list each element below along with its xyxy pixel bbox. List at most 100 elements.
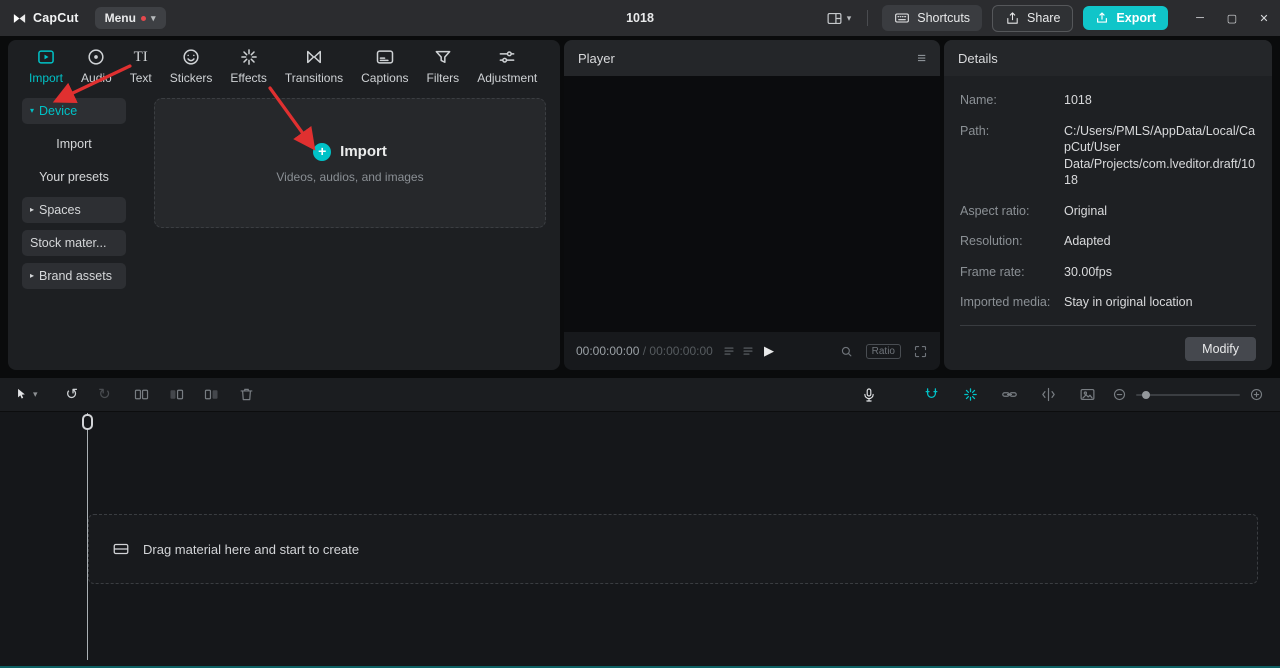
maximize-button[interactable]: ▢ — [1216, 0, 1248, 36]
delete-icon[interactable] — [238, 386, 255, 403]
tab-text[interactable]: TI Text — [121, 47, 161, 85]
sidebar-item-spaces[interactable]: ▸ Spaces — [22, 197, 126, 223]
filters-icon — [433, 47, 453, 67]
tab-label: Captions — [361, 71, 408, 85]
share-button[interactable]: Share — [992, 5, 1073, 32]
preview-axis-icon[interactable] — [1040, 386, 1057, 403]
sidebar-item-brand-assets[interactable]: ▸ Brand assets — [22, 263, 126, 289]
media-library-panel: Import Audio TI Text Stickers — [8, 40, 560, 370]
split-icon[interactable] — [133, 386, 150, 403]
tab-audio[interactable]: Audio — [72, 47, 121, 85]
slider-knob[interactable] — [1142, 391, 1150, 399]
field-value: C:/Users/PMLS/AppData/Local/CapCut/User … — [1064, 123, 1256, 189]
tab-filters[interactable]: Filters — [418, 47, 469, 85]
frame-option-icons — [723, 345, 754, 357]
redo-button[interactable]: ↻ — [98, 387, 111, 402]
caret-right-icon: ▸ — [30, 206, 34, 214]
field-value: Stay in original location — [1064, 294, 1193, 311]
sidebar-item-import[interactable]: Import — [22, 131, 126, 157]
import-title: Import — [340, 143, 387, 160]
player-menu-icon[interactable]: ≡ — [917, 50, 926, 67]
share-label: Share — [1027, 11, 1060, 25]
media-sidebar: ▾ Device Import Your presets ▸ Spaces St… — [8, 88, 132, 370]
tab-captions[interactable]: Captions — [352, 47, 417, 85]
field-label: Resolution: — [960, 233, 1064, 250]
record-voiceover-icon[interactable] — [861, 387, 877, 403]
linkage-icon[interactable] — [1001, 386, 1018, 403]
timeline-toolbar: ▾ ↺ ↻ — [0, 378, 1280, 412]
detail-row-imported-media: Imported media: Stay in original locatio… — [960, 294, 1256, 311]
minimize-button[interactable]: ─ — [1184, 0, 1216, 36]
adjustment-icon — [497, 47, 517, 67]
close-button[interactable]: ✕ — [1248, 0, 1280, 36]
zoom-out-icon[interactable] — [1112, 387, 1127, 402]
timeline-body: Drag material here and start to create — [0, 412, 1280, 668]
field-label: Imported media: — [960, 294, 1064, 311]
timecode-separator: / — [639, 344, 649, 358]
titlebar-right: ▾ Shortcuts Share Export — [824, 0, 1280, 36]
sidebar-item-label: Brand assets — [39, 269, 112, 283]
chevron-down-icon: ▾ — [847, 14, 852, 23]
details-header: Details — [944, 40, 1272, 76]
auto-snapping-icon[interactable] — [962, 386, 979, 403]
audio-icon — [86, 47, 106, 67]
player-controls: 00:00:00:00 / 00:00:00:00 ▶ Ratio — [564, 332, 940, 370]
tab-stickers[interactable]: Stickers — [161, 47, 222, 85]
tab-label: Stickers — [170, 71, 213, 85]
timeline-zoom-slider[interactable] — [1136, 389, 1240, 401]
keyboard-icon — [894, 10, 910, 26]
shortcuts-button[interactable]: Shortcuts — [882, 5, 982, 31]
delete-left-icon[interactable] — [168, 386, 185, 403]
details-title: Details — [958, 51, 998, 66]
player-panel: Player ≡ 00:00:00:00 / 00:00:00:00 ▶ Rat… — [564, 40, 940, 370]
field-label: Frame rate: — [960, 264, 1064, 281]
chevron-down-icon: ▾ — [151, 14, 156, 23]
fullscreen-icon[interactable] — [913, 344, 928, 359]
tab-import[interactable]: Import — [20, 47, 72, 85]
menu-button[interactable]: Menu ▾ — [95, 7, 166, 29]
undo-button[interactable]: ↺ — [66, 387, 79, 402]
transitions-icon — [304, 47, 324, 67]
timeline-toggle-icons — [923, 386, 1096, 403]
layout-switcher-button[interactable]: ▾ — [824, 8, 854, 29]
tab-adjustment[interactable]: Adjustment — [468, 47, 546, 85]
tab-label: Transitions — [285, 71, 343, 85]
frame-list-icon[interactable] — [742, 345, 754, 357]
export-button[interactable]: Export — [1083, 6, 1168, 30]
field-value: Adapted — [1064, 233, 1111, 250]
zoom-in-icon[interactable] — [1249, 387, 1264, 402]
modify-button[interactable]: Modify — [1185, 337, 1256, 361]
capcut-window: CapCut Menu ▾ 1018 ▾ Shortcuts — [0, 0, 1280, 668]
field-label: Aspect ratio: — [960, 203, 1064, 220]
play-button[interactable]: ▶ — [764, 343, 774, 359]
magnetic-track-icon[interactable] — [923, 386, 940, 403]
timecode: 00:00:00:00 / 00:00:00:00 — [576, 344, 713, 358]
select-tool-button[interactable]: ▾ — [14, 387, 38, 402]
sidebar-item-stock-materials[interactable]: Stock mater... — [22, 230, 126, 256]
modify-row: Modify — [960, 326, 1256, 361]
cover-icon[interactable] — [1079, 386, 1096, 403]
sidebar-item-your-presets[interactable]: Your presets — [22, 164, 126, 190]
tab-transitions[interactable]: Transitions — [276, 47, 352, 85]
tab-label: Text — [130, 71, 152, 85]
tab-effects[interactable]: Effects — [221, 47, 275, 85]
project-title: 1018 — [626, 11, 654, 25]
title-bar: CapCut Menu ▾ 1018 ▾ Shortcuts — [0, 0, 1280, 36]
tab-label: Audio — [81, 71, 112, 85]
panel-layout-icon — [826, 10, 843, 27]
sidebar-item-device[interactable]: ▾ Device — [22, 98, 126, 124]
ratio-button[interactable]: Ratio — [866, 344, 901, 359]
slider-track — [1136, 394, 1240, 397]
timeline-dropzone[interactable]: Drag material here and start to create — [88, 514, 1258, 584]
timecode-total: 00:00:00:00 — [649, 344, 712, 358]
frame-grid-icon[interactable] — [723, 345, 735, 357]
cursor-icon — [14, 387, 29, 402]
field-value: 30.00fps — [1064, 264, 1112, 281]
titlebar-divider — [867, 10, 868, 26]
effects-icon — [239, 47, 259, 67]
preview-zoom-icon[interactable] — [839, 344, 854, 359]
playhead-handle[interactable] — [82, 414, 93, 430]
import-dropzone[interactable]: + Import Videos, audios, and images — [154, 98, 546, 228]
delete-right-icon[interactable] — [203, 386, 220, 403]
field-label: Name: — [960, 92, 1064, 109]
